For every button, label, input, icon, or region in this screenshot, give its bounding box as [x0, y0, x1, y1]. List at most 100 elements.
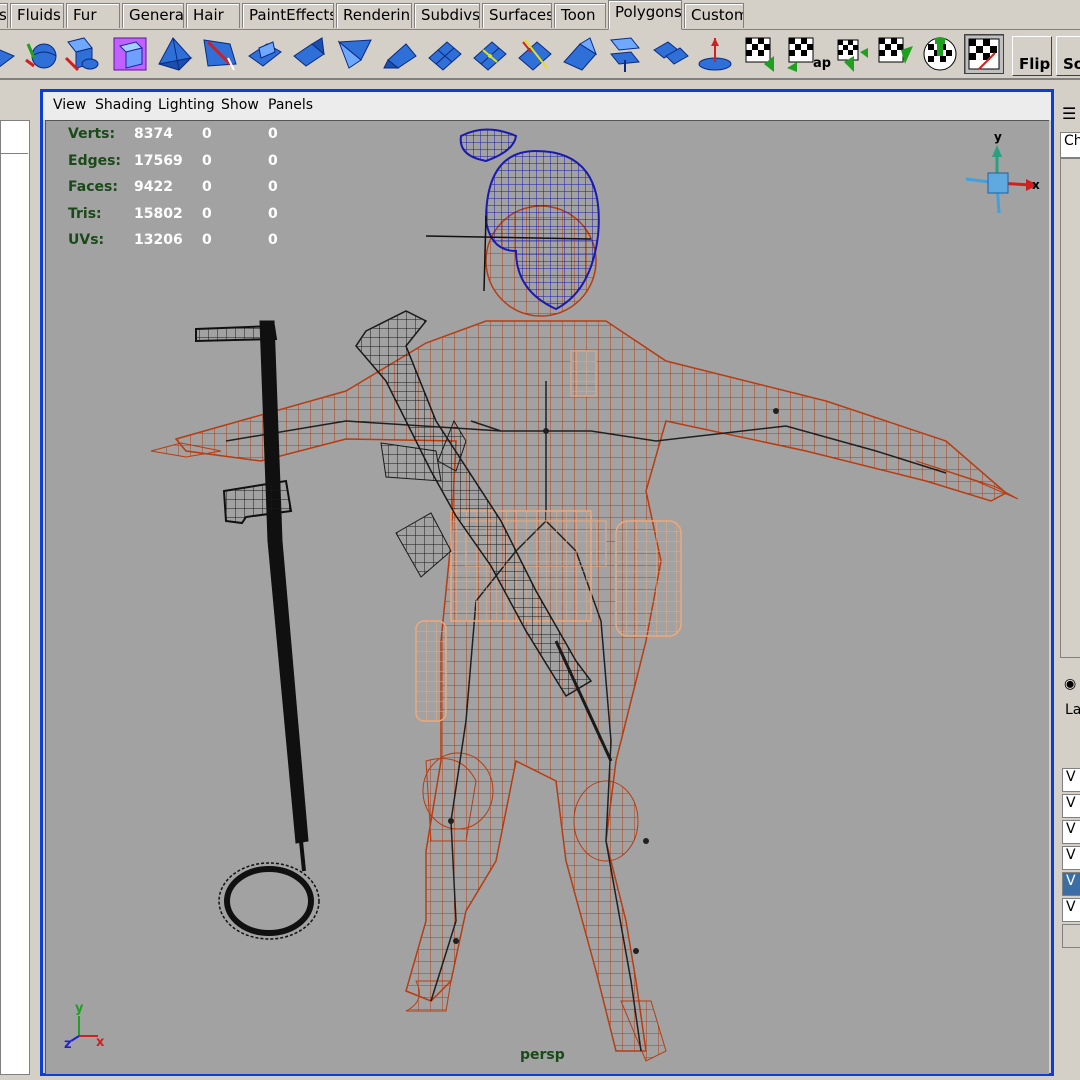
layer-radio-icon[interactable]: ◉	[1064, 676, 1076, 692]
sew-uv-button[interactable]: So	[1056, 36, 1080, 76]
hud-value: 8374	[134, 126, 173, 142]
subdivide-icon[interactable]	[425, 34, 465, 74]
layer-item[interactable]: V	[1062, 768, 1080, 792]
hud-label: Tris:	[68, 205, 102, 222]
wedge-faces-icon[interactable]	[560, 34, 600, 74]
uv-texture-editor-icon[interactable]	[920, 34, 960, 74]
poly-cube-tool-icon[interactable]	[62, 34, 102, 74]
hud-value: 0	[268, 232, 278, 248]
soldier-body-mesh[interactable]	[150, 320, 1019, 1062]
maya-window: s Fluids Fur General Hair PaintEffects R…	[0, 0, 1080, 1080]
view-cube-y-label: y	[994, 130, 1002, 144]
cylindrical-mapping-icon[interactable]	[830, 34, 870, 74]
poly-cube-outline-icon[interactable]	[110, 34, 150, 74]
poly-sphere-tool-icon[interactable]	[20, 34, 60, 74]
head-mesh[interactable]	[425, 128, 600, 317]
layer-item[interactable]: V	[1062, 820, 1080, 844]
layer-item[interactable]: V	[1062, 794, 1080, 818]
view-cube-icon[interactable]: y x	[965, 130, 1040, 214]
hud-value: 9422	[134, 179, 173, 195]
menu-show[interactable]: Show	[221, 97, 259, 113]
hud-value: 0	[202, 126, 212, 142]
shelf-tab-painteffects[interactable]: PaintEffects	[242, 3, 334, 28]
hud-label: Faces:	[68, 179, 118, 195]
axis-z-label: z	[64, 1037, 72, 1052]
hud-label: UVs:	[68, 232, 105, 248]
cut-faces-icon[interactable]	[515, 34, 555, 74]
hud-label: Edges:	[68, 152, 122, 169]
spherical-mapping-icon[interactable]	[875, 34, 915, 74]
shelf-tab-surfaces[interactable]: Surfaces	[482, 3, 552, 28]
axis-x-label: x	[96, 1035, 105, 1050]
wireframe-scene[interactable]: y x y z x	[46, 121, 1049, 1074]
hud-value: 0	[202, 179, 212, 195]
append-polygon-icon[interactable]	[650, 34, 690, 74]
automatic-mapping-icon[interactable]: ap	[785, 34, 831, 74]
merge-vertices-icon[interactable]	[380, 34, 420, 74]
poly-plane-tool-icon[interactable]	[0, 34, 18, 74]
hud-row-tris: Tris: 15802 0 0	[68, 206, 328, 233]
extrude-face-icon[interactable]	[245, 34, 285, 74]
shelf-tab-partial[interactable]: s	[0, 3, 8, 28]
viewport-canvas[interactable]: y x y z x Verts: 8374 0 0 Edges: 17569 0…	[45, 120, 1049, 1074]
shelf-tab-toon[interactable]: Toon	[554, 3, 606, 28]
hud-value: 0	[268, 205, 278, 222]
shelf-tab-fluids[interactable]: Fluids	[10, 3, 64, 28]
hud-value: 0	[202, 232, 212, 248]
poke-face-icon[interactable]	[695, 34, 735, 74]
hud-value: 0	[268, 126, 278, 142]
layer-item-selected[interactable]: V	[1062, 872, 1080, 896]
shelf-tab-bar: s Fluids Fur General Hair PaintEffects R…	[0, 0, 1080, 30]
shelf-tab-fur[interactable]: Fur	[66, 3, 120, 28]
channel-box-panel: ☰ Ch ◉ La V V V V V V	[1056, 88, 1080, 1080]
layer-editor-tab[interactable]: La	[1062, 702, 1080, 724]
left-tool-panel	[0, 88, 36, 1080]
layer-item[interactable]: V	[1062, 898, 1080, 922]
view-cube-x-label: x	[1032, 178, 1040, 192]
shelf-tab-polygons[interactable]: Polygons	[608, 0, 682, 30]
hud-row-verts: Verts: 8374 0 0	[68, 126, 328, 153]
shelf-tab-hair[interactable]: Hair	[186, 3, 240, 28]
hud-value: 0	[268, 152, 278, 169]
hud-row-edges: Edges: 17569 0 0	[68, 153, 328, 180]
perspective-viewport-panel[interactable]: View Shading Lighting Show Panels y x y …	[40, 89, 1054, 1076]
hud-value: 0	[202, 152, 212, 169]
split-edge-ring-icon[interactable]	[470, 34, 510, 74]
hud-value: 0	[268, 179, 278, 195]
menu-panels[interactable]: Panels	[268, 97, 313, 113]
axis-indicator-icon: y z x	[64, 1001, 105, 1052]
channel-box-area[interactable]	[1060, 158, 1080, 658]
polygons-shelf: ap Flip So	[0, 30, 1080, 80]
channel-box-icon[interactable]: ☰	[1062, 104, 1076, 123]
camera-name-label: persp	[520, 1047, 565, 1063]
menu-shading[interactable]: Shading	[95, 97, 152, 113]
left-panel-list[interactable]	[0, 120, 30, 1075]
panel-menu-bar: View Shading Lighting Show Panels	[43, 92, 1051, 120]
hud-value: 15802	[134, 205, 183, 222]
extrude-edge-icon[interactable]	[290, 34, 330, 74]
shelf-tab-rendering[interactable]: Rendering	[336, 3, 412, 28]
axis-y-label: y	[75, 1001, 84, 1016]
planar-mapping-icon[interactable]	[740, 34, 780, 74]
checker-uv-toggle-icon[interactable]	[964, 34, 1004, 74]
flip-uv-button[interactable]: Flip	[1012, 36, 1052, 76]
shelf-tab-general[interactable]: General	[122, 3, 184, 28]
shelf-tab-subdivs[interactable]: Subdivs	[414, 3, 480, 28]
menu-lighting[interactable]: Lighting	[158, 97, 215, 113]
duplicate-face-icon[interactable]	[605, 34, 645, 74]
left-panel-field[interactable]	[0, 122, 28, 154]
hud-value: 17569	[134, 152, 183, 169]
hud-row-faces: Faces: 9422 0 0	[68, 179, 328, 206]
channel-box-tab[interactable]: Ch	[1060, 132, 1080, 158]
layer-scroll-area[interactable]	[1062, 924, 1080, 948]
hud-value: 13206	[134, 232, 183, 248]
hud-label: Verts:	[68, 126, 116, 142]
layer-item[interactable]: V	[1062, 846, 1080, 870]
shelf-tab-custom[interactable]: Custom	[684, 3, 744, 28]
split-polygon-tool-icon[interactable]	[200, 34, 240, 74]
menu-view[interactable]: View	[53, 97, 86, 113]
bevel-icon[interactable]	[335, 34, 375, 74]
poly-pyramid-icon[interactable]	[155, 34, 195, 74]
hud-row-uvs: UVs: 13206 0 0	[68, 232, 328, 259]
poly-count-hud: Verts: 8374 0 0 Edges: 17569 0 0 Faces: …	[68, 126, 328, 259]
